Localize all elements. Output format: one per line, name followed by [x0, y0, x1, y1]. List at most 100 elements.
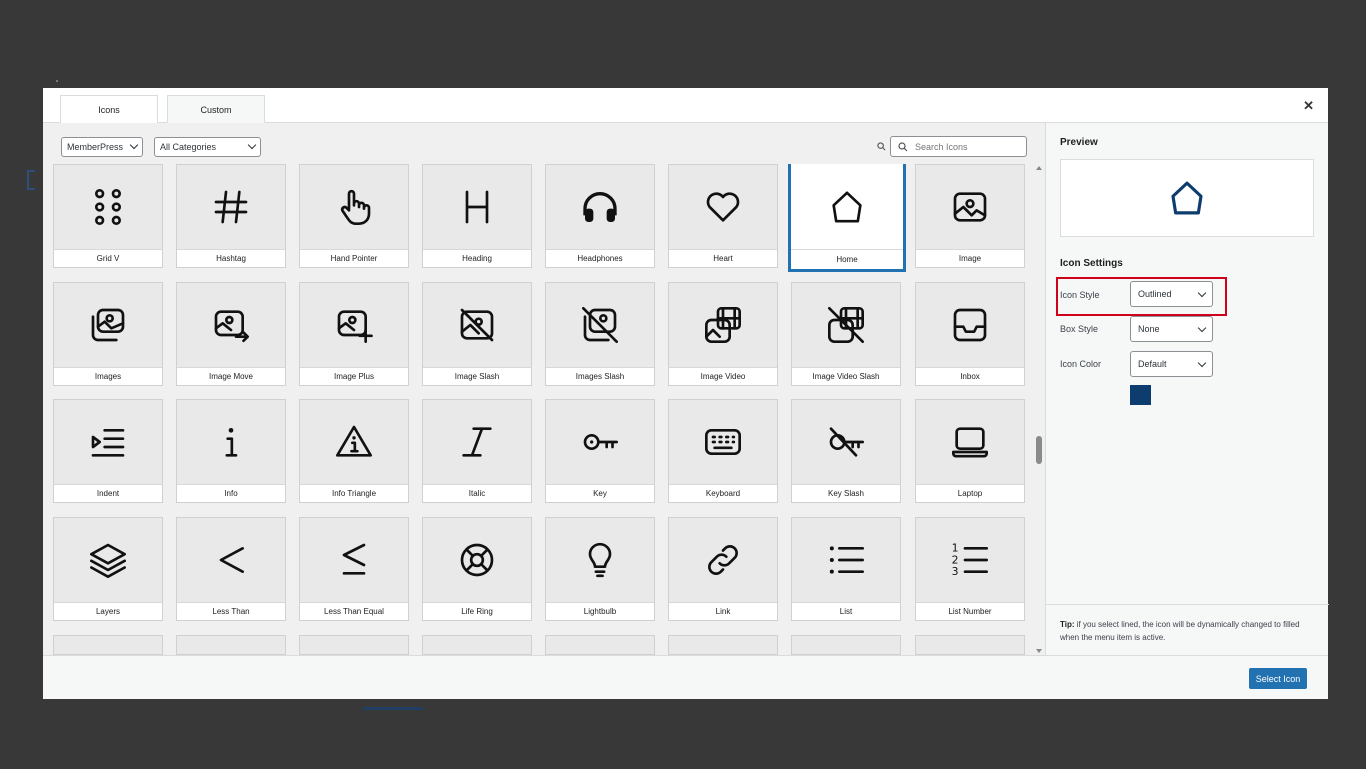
icon-tile-partial[interactable]	[299, 635, 409, 655]
icon-art	[546, 400, 654, 484]
icon-tile-image-slash[interactable]: Image Slash	[422, 282, 532, 386]
images-icon	[91, 308, 125, 342]
select-icon-button[interactable]: Select Icon	[1249, 668, 1307, 689]
icon-color-value: Default	[1138, 359, 1167, 369]
icon-tile-inbox[interactable]: Inbox	[915, 282, 1025, 386]
icon-art: 123	[916, 518, 1024, 602]
icon-label: Inbox	[916, 367, 1024, 385]
icon-art	[792, 283, 900, 367]
icon-tile-image-video[interactable]: Image Video	[668, 282, 778, 386]
icon-grid: Grid V Hashtag Hand Pointer Heading Headphon…	[43, 164, 1033, 655]
plugin-select[interactable]: MemberPress	[61, 137, 143, 157]
icon-art	[546, 283, 654, 367]
home-icon	[1171, 181, 1203, 215]
tab-custom[interactable]: Custom	[167, 95, 265, 124]
icon-label: Images	[54, 367, 162, 385]
icon-tile-hand-pointer[interactable]: Hand Pointer	[299, 164, 409, 268]
icon-art	[54, 518, 162, 602]
icon-label: Key	[546, 484, 654, 502]
icon-tile-home[interactable]: Home	[788, 164, 906, 272]
icon-style-label: Icon Style	[1060, 290, 1100, 300]
icon-tile-list[interactable]: List	[791, 517, 901, 621]
icon-color-select[interactable]: Default	[1130, 351, 1213, 377]
icon-art	[669, 283, 777, 367]
tip-text: Tip: if you select lined, the icon will …	[1060, 618, 1318, 644]
icon-label: Home	[791, 249, 903, 269]
icon-art	[791, 164, 903, 249]
search-field[interactable]	[890, 136, 1027, 157]
icon-tile-key[interactable]: Key	[545, 399, 655, 503]
icon-tile-key-slash[interactable]: Key Slash	[791, 399, 901, 503]
icon-tile-image-plus[interactable]: Image Plus	[299, 282, 409, 386]
icon-tile-info[interactable]: Info	[176, 399, 286, 503]
close-icon[interactable]: ✕	[1303, 98, 1314, 114]
icon-tile-images-slash[interactable]: Images Slash	[545, 282, 655, 386]
icon-tile-partial[interactable]	[422, 635, 532, 655]
icon-tile-headphones[interactable]: Headphones	[545, 164, 655, 268]
icon-art	[669, 165, 777, 249]
icon-tile-partial[interactable]	[668, 635, 778, 655]
icon-tile-partial[interactable]	[545, 635, 655, 655]
icon-tile-indent[interactable]: Indent	[53, 399, 163, 503]
preview-title: Preview	[1060, 137, 1098, 148]
icon-tile-info-triangle[interactable]: Info Triangle	[299, 399, 409, 503]
icon-tile-partial[interactable]	[53, 635, 163, 655]
icon-label: Image Move	[177, 367, 285, 385]
scroll-down-arrow-icon[interactable]	[1036, 649, 1042, 653]
info-triangle-icon	[336, 425, 372, 457]
heart-icon	[706, 192, 740, 222]
icon-tile-layers[interactable]: Layers	[53, 517, 163, 621]
icon-label: Keyboard	[669, 484, 777, 502]
image-video-icon	[705, 307, 741, 343]
icon-tile-laptop[interactable]: Laptop	[915, 399, 1025, 503]
icon-color-label: Icon Color	[1060, 359, 1102, 369]
icon-tile-list-number[interactable]: 1 2 3 List Number	[915, 517, 1025, 621]
image-move-icon	[214, 310, 250, 343]
less-than-icon	[219, 547, 244, 573]
icon-art	[177, 165, 285, 249]
link-icon	[708, 545, 738, 575]
icon-art	[300, 165, 408, 249]
icon-tile-partial[interactable]	[791, 635, 901, 655]
icon-label: Heart	[669, 249, 777, 267]
scroll-up-arrow-icon[interactable]	[1036, 166, 1042, 170]
icon-style-select[interactable]: Outlined	[1130, 281, 1213, 307]
icon-tile-partial[interactable]	[176, 635, 286, 655]
images-slash-icon	[582, 307, 618, 343]
icon-tile-image-video-slash[interactable]: Image Video Slash	[791, 282, 901, 386]
icon-tile-image-move[interactable]: Image Move	[176, 282, 286, 386]
icon-art	[546, 518, 654, 602]
icon-tile-images[interactable]: Images	[53, 282, 163, 386]
icon-label: Image	[916, 249, 1024, 267]
icon-art	[916, 165, 1024, 249]
image-slash-icon	[460, 308, 494, 342]
icon-tile-lightbulb[interactable]: Lightbulb	[545, 517, 655, 621]
icon-tile-heart[interactable]: Heart	[668, 164, 778, 268]
icon-tile-partial[interactable]	[915, 635, 1025, 655]
settings-sidebar: Preview Icon Settings Icon Style Outline…	[1045, 123, 1329, 655]
icon-tile-hashtag[interactable]: Hashtag	[176, 164, 286, 268]
color-swatch[interactable]	[1130, 385, 1151, 405]
icon-art	[54, 165, 162, 249]
icon-tile-heading[interactable]: Heading	[422, 164, 532, 268]
icon-tile-grid-v[interactable]: Grid V	[53, 164, 163, 268]
scroll-thumb[interactable]	[1036, 436, 1042, 464]
icon-tile-less-than[interactable]: Less Than	[176, 517, 286, 621]
icon-tile-link[interactable]: Link	[668, 517, 778, 621]
scrollbar[interactable]	[1033, 164, 1045, 655]
tabs-bar: Icons Custom ✕	[43, 88, 1328, 124]
icon-tile-less-than-equal[interactable]: Less Than Equal	[299, 517, 409, 621]
category-select[interactable]: All Categories	[154, 137, 261, 157]
icon-tile-italic[interactable]: Italic	[422, 399, 532, 503]
icon-tile-keyboard[interactable]: Keyboard	[668, 399, 778, 503]
svg-text:3: 3	[952, 565, 959, 578]
search-input[interactable]	[915, 139, 1023, 154]
tab-icons[interactable]: Icons	[60, 95, 158, 124]
icon-tile-life-ring[interactable]: Life Ring	[422, 517, 532, 621]
box-style-select[interactable]: None	[1130, 316, 1213, 342]
image-icon	[953, 192, 987, 222]
icon-art	[669, 400, 777, 484]
icon-label: Image Video	[669, 367, 777, 385]
icon-art	[177, 518, 285, 602]
icon-tile-image[interactable]: Image	[915, 164, 1025, 268]
